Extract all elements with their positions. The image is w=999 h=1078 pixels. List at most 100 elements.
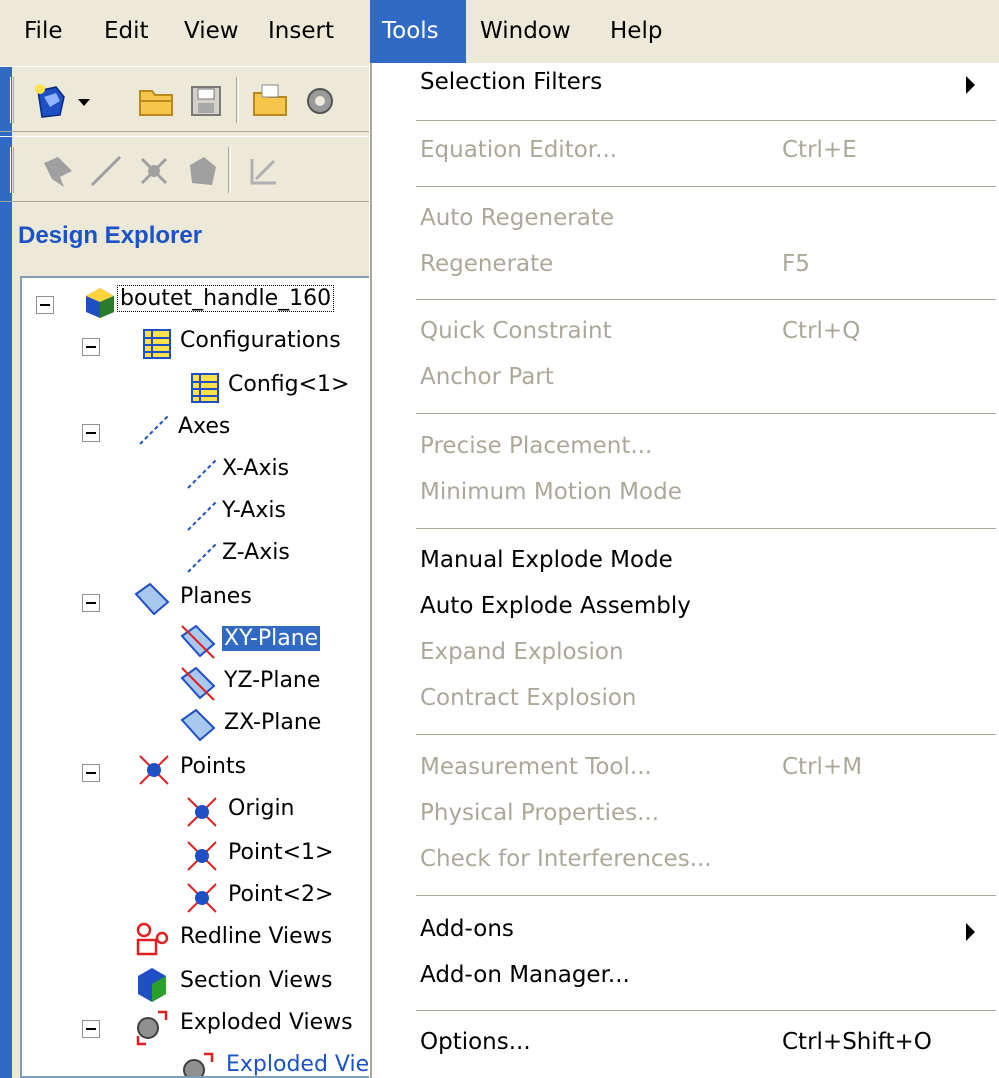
menu-item-shortcut: F5	[782, 251, 810, 277]
menu-separator	[416, 299, 996, 301]
tree-label-exploded-views: Exploded Views	[180, 1010, 353, 1035]
sketch-toolbar	[0, 136, 372, 202]
face-icon[interactable]	[182, 151, 222, 191]
menu-item-label: Quick Constraint	[420, 318, 612, 344]
menu-item-equation-editor[interactable]: Equation Editor... Ctrl+E	[372, 131, 999, 177]
configurations-icon	[140, 326, 176, 362]
menu-item-selection-filters[interactable]: Selection Filters	[372, 63, 999, 109]
menu-item-check-interferences[interactable]: Check for Interferences...	[372, 840, 999, 886]
menu-edit[interactable]: Edit	[92, 0, 161, 66]
tree-label-point2: Point<2>	[228, 882, 334, 907]
tree-label-configurations: Configurations	[180, 328, 341, 353]
assembly-icon	[82, 284, 118, 320]
menu-item-expand-explosion[interactable]: Expand Explosion	[372, 633, 999, 679]
constraint-icon[interactable]	[244, 151, 284, 191]
point-icon[interactable]	[134, 151, 174, 191]
submenu-arrow-icon	[966, 76, 975, 94]
menu-item-quick-constraint[interactable]: Quick Constraint Ctrl+Q	[372, 312, 999, 358]
menu-separator	[416, 413, 996, 415]
tree-label-axes: Axes	[178, 414, 231, 439]
menu-item-label: Auto Explode Assembly	[420, 593, 691, 619]
menu-item-minimum-motion-mode[interactable]: Minimum Motion Mode	[372, 473, 999, 519]
collapse-icon[interactable]	[82, 338, 100, 356]
design-explorer-tree[interactable]: boutet_handle_160 Configurations Config<…	[20, 276, 372, 1078]
gear-icon[interactable]	[300, 81, 340, 121]
menu-item-measurement-tool[interactable]: Measurement Tool... Ctrl+M	[372, 748, 999, 794]
dropdown-arrow-icon[interactable]	[72, 81, 96, 121]
tools-menu: Selection Filters Equation Editor... Ctr…	[370, 63, 999, 1078]
menu-item-label: Physical Properties...	[420, 800, 660, 826]
menu-item-manual-explode-mode[interactable]: Manual Explode Mode	[372, 541, 999, 587]
configuration-icon	[188, 370, 224, 406]
menu-item-label: Expand Explosion	[420, 639, 624, 665]
save-icon[interactable]	[186, 81, 226, 121]
menu-item-regenerate[interactable]: Regenerate F5	[372, 245, 999, 291]
menu-insert[interactable]: Insert	[256, 0, 346, 66]
menu-item-add-ons[interactable]: Add-ons	[372, 910, 999, 956]
tree-label-config1: Config<1>	[228, 372, 350, 397]
toolbar-grip[interactable]	[10, 147, 14, 193]
open-folder-icon[interactable]	[136, 81, 176, 121]
menu-item-label: Add-ons	[420, 916, 514, 942]
menu-item-options[interactable]: Options... Ctrl+Shift+O	[372, 1023, 999, 1069]
menu-item-label: Manual Explode Mode	[420, 547, 673, 573]
tree-label-origin: Origin	[228, 796, 295, 821]
menu-item-label: Regenerate	[420, 251, 554, 277]
tree-label-x-axis: X-Axis	[222, 456, 290, 481]
menu-item-label: Selection Filters	[420, 69, 603, 95]
tree-label-exploded-view: Exploded View	[226, 1052, 372, 1077]
tree-label-xy-plane: XY-Plane	[220, 625, 322, 652]
menu-item-label: Measurement Tool...	[420, 754, 652, 780]
menu-file[interactable]: File	[12, 0, 75, 66]
menu-separator	[416, 1010, 996, 1012]
collapse-icon[interactable]	[82, 764, 100, 782]
collapse-icon[interactable]	[36, 296, 54, 314]
axis-icon	[184, 540, 220, 576]
redline-icon	[132, 920, 169, 956]
design-explorer-title: Design Explorer	[18, 222, 203, 249]
menu-separator	[416, 734, 996, 736]
menu-view[interactable]: View	[172, 0, 251, 66]
point-icon	[184, 794, 220, 830]
menu-item-precise-placement[interactable]: Precise Placement...	[372, 427, 999, 473]
menu-item-add-on-manager[interactable]: Add-on Manager...	[372, 956, 999, 1002]
tree-label-point1: Point<1>	[228, 840, 334, 865]
menu-item-label: Precise Placement...	[420, 433, 653, 459]
collapse-icon[interactable]	[82, 424, 100, 442]
point-icon	[136, 752, 172, 788]
menu-item-auto-regenerate[interactable]: Auto Regenerate	[372, 199, 999, 245]
exploded-view-icon	[178, 1048, 214, 1076]
menu-item-physical-properties[interactable]: Physical Properties...	[372, 794, 999, 840]
menu-item-auto-explode-assembly[interactable]: Auto Explode Assembly	[372, 587, 999, 633]
toolbar-separator	[236, 77, 239, 123]
new-document-icon[interactable]	[30, 81, 70, 121]
plane-icon	[178, 664, 216, 701]
menu-item-anchor-part[interactable]: Anchor Part	[372, 358, 999, 404]
toolbar-grip[interactable]	[10, 77, 14, 123]
menu-item-label: Equation Editor...	[420, 137, 618, 163]
menu-help[interactable]: Help	[598, 0, 674, 66]
menu-window[interactable]: Window	[468, 0, 583, 66]
menu-item-shortcut: Ctrl+Q	[782, 318, 861, 344]
menu-separator	[416, 120, 996, 122]
axis-icon	[136, 412, 172, 448]
line-icon[interactable]	[86, 151, 126, 191]
point-icon	[184, 880, 220, 916]
pin-icon[interactable]	[38, 151, 78, 191]
collapse-icon[interactable]	[82, 594, 100, 612]
menu-tools[interactable]: Tools	[370, 0, 466, 66]
menu-item-label: Anchor Part	[420, 364, 554, 390]
tree-label-redline-views: Redline Views	[180, 924, 333, 949]
tree-label-root: boutet_handle_160	[116, 285, 335, 312]
open-library-icon[interactable]	[250, 81, 290, 121]
plane-icon	[178, 706, 216, 742]
toolbar-separator	[228, 147, 231, 193]
tree-label-yz-plane: YZ-Plane	[224, 668, 321, 693]
menu-item-contract-explosion[interactable]: Contract Explosion	[372, 679, 999, 725]
menu-item-shortcut: Ctrl+Shift+O	[782, 1029, 932, 1055]
plane-icon	[132, 580, 170, 616]
submenu-arrow-icon	[966, 923, 975, 941]
collapse-icon[interactable]	[82, 1020, 100, 1038]
tree-label-points: Points	[180, 754, 247, 779]
menu-item-label: Add-on Manager...	[420, 962, 630, 988]
